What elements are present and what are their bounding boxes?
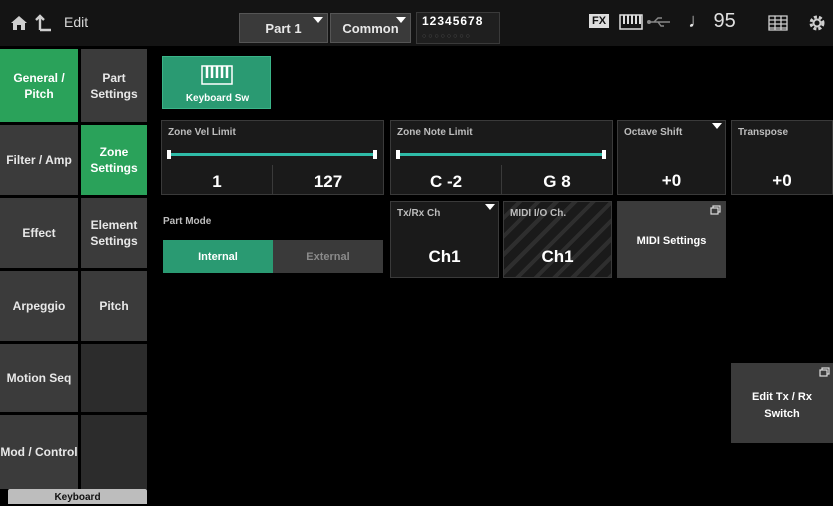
usb-icon: [647, 17, 670, 27]
midi-io-ch-label: MIDI I/O Ch.: [510, 208, 567, 219]
range-high-handle[interactable]: [373, 150, 377, 159]
part-numbers: 12345678: [422, 14, 484, 28]
part-mode-internal[interactable]: Internal: [163, 240, 273, 273]
up-arrow-icon[interactable]: [34, 13, 54, 33]
nav-mod-control[interactable]: Mod / Control: [0, 415, 78, 489]
part-select-button[interactable]: Part 1: [239, 13, 328, 43]
nav-motion-seq[interactable]: Motion Seq: [0, 344, 78, 412]
midi-settings-label: MIDI Settings: [636, 235, 707, 247]
transpose-value[interactable]: +0: [732, 171, 832, 191]
part-mode-group: Part Mode Internal External: [161, 210, 384, 278]
keyboard-icon: [201, 65, 233, 85]
midi-settings-button[interactable]: MIDI Settings: [617, 201, 726, 278]
zone-vel-limit-panel[interactable]: Zone Vel Limit 1 127: [161, 120, 384, 195]
keyboard-tab[interactable]: Keyboard: [8, 489, 147, 504]
nav-zone-settings[interactable]: Zone Settings: [81, 125, 147, 195]
nav-empty-1: [81, 344, 147, 412]
keyboard-icon: [619, 14, 643, 30]
nav-arpeggio[interactable]: Arpeggio: [0, 271, 78, 341]
gear-icon[interactable]: [808, 14, 826, 32]
tx-rx-ch-value[interactable]: Ch1: [391, 247, 498, 267]
transpose-panel[interactable]: Transpose +0: [731, 120, 833, 195]
octave-shift-panel[interactable]: Octave Shift +0: [617, 120, 726, 195]
keyboard-sw-button[interactable]: Keyboard Sw: [162, 56, 271, 109]
part-dots: ○○○○○○○○: [422, 33, 472, 40]
nav-filter-amp[interactable]: Filter / Amp: [0, 125, 78, 195]
nav-element-settings[interactable]: Element Settings: [81, 198, 147, 268]
part-mode-external[interactable]: External: [273, 240, 383, 273]
octave-shift-value[interactable]: +0: [618, 171, 725, 191]
dropdown-caret-icon: [396, 17, 406, 23]
zone-note-limit-label: Zone Note Limit: [397, 127, 473, 138]
vel-high-value[interactable]: 127: [273, 172, 383, 192]
note-high-value[interactable]: G 8: [502, 172, 612, 192]
octave-shift-label: Octave Shift: [624, 127, 683, 138]
dropdown-caret-icon: [313, 17, 323, 23]
tx-rx-ch-label: Tx/Rx Ch: [397, 208, 441, 219]
nav-empty-2: [81, 415, 147, 489]
nav-part-settings[interactable]: Part Settings: [81, 49, 147, 122]
note-low-value[interactable]: C -2: [391, 172, 501, 192]
vel-low-value[interactable]: 1: [162, 172, 272, 192]
part-mode-label: Part Mode: [163, 216, 212, 227]
zone-note-limit-panel[interactable]: Zone Note Limit C -2 G 8: [390, 120, 613, 195]
popup-icon: [819, 367, 830, 377]
common-select-label: Common: [342, 20, 399, 36]
dropdown-caret-icon: [485, 204, 495, 210]
common-select-button[interactable]: Common: [330, 13, 411, 43]
edit-tx-rx-switch-button[interactable]: Edit Tx / Rx Switch: [731, 363, 833, 443]
nav-general-pitch[interactable]: General / Pitch: [0, 49, 78, 122]
part-indicator[interactable]: 12345678 ○○○○○○○○: [416, 12, 500, 44]
popup-icon: [710, 205, 721, 215]
note-range-bar: [400, 153, 602, 156]
tx-rx-ch-panel[interactable]: Tx/Rx Ch Ch1: [390, 201, 499, 278]
nav-effect[interactable]: Effect: [0, 198, 78, 268]
nav-pitch[interactable]: Pitch: [81, 271, 147, 341]
keyboard-sw-label: Keyboard Sw: [185, 93, 250, 104]
dropdown-caret-icon: [712, 123, 722, 129]
home-icon[interactable]: [10, 15, 28, 31]
range-high-handle[interactable]: [602, 150, 606, 159]
vel-range-bar: [171, 153, 373, 156]
midi-io-ch-panel: MIDI I/O Ch. Ch1: [503, 201, 612, 278]
transpose-label: Transpose: [738, 127, 789, 138]
part-select-label: Part 1: [265, 20, 302, 36]
edit-tx-rx-switch-label: Edit Tx / Rx Switch: [752, 391, 812, 420]
midi-io-ch-value: Ch1: [541, 247, 574, 266]
edit-title: Edit: [64, 14, 89, 30]
fx-badge: FX: [589, 14, 610, 28]
tempo-display[interactable]: ♩ 95: [688, 10, 736, 33]
grid-icon[interactable]: [768, 15, 788, 31]
top-bar: Edit Part 1 Common 12345678 ○○○○○○○○ FX …: [0, 0, 833, 46]
zone-vel-limit-label: Zone Vel Limit: [168, 127, 236, 138]
